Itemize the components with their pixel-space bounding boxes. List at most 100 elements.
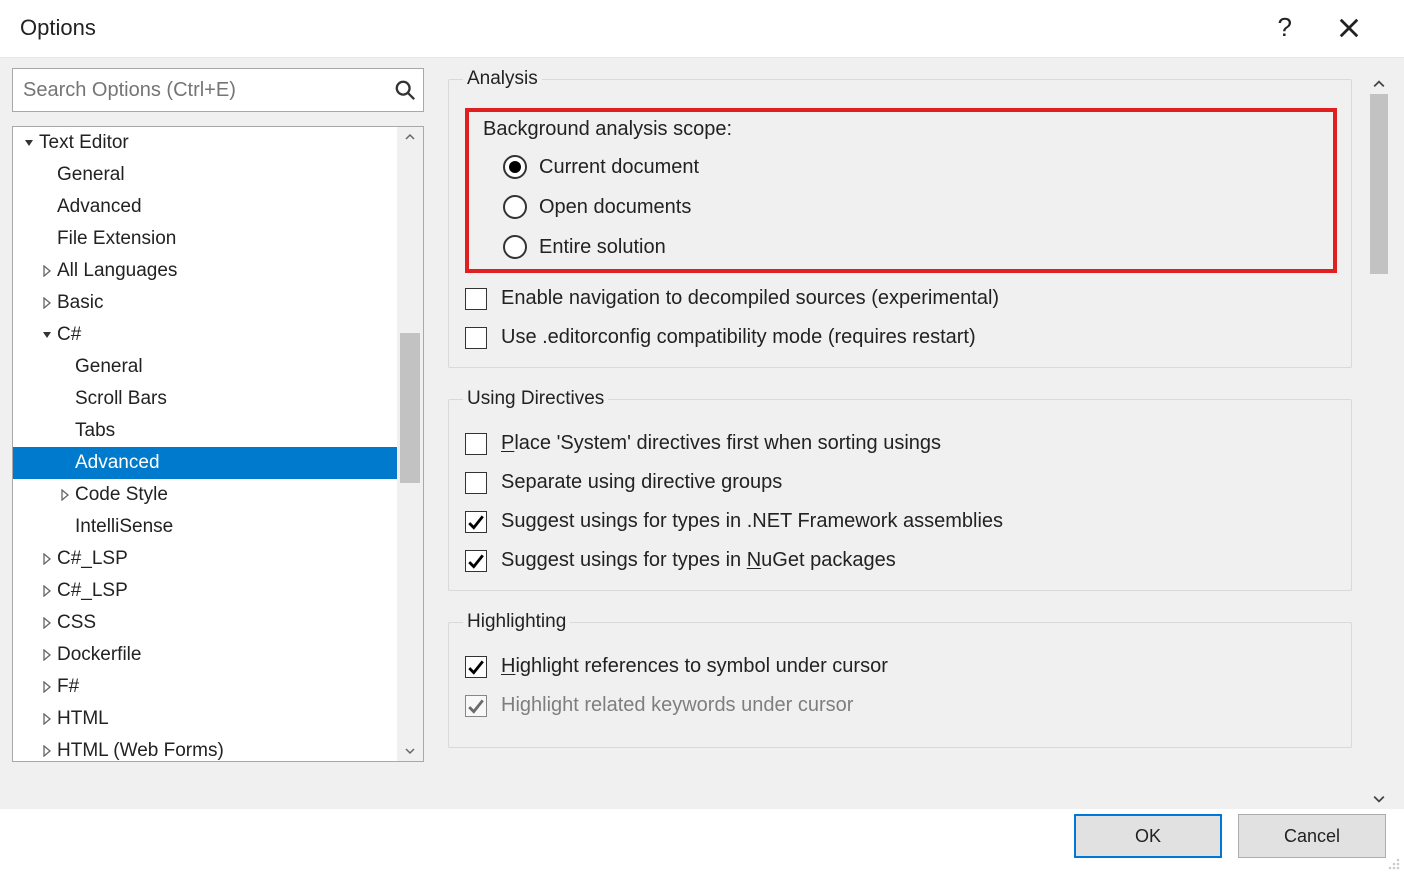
radio-label: Open documents	[539, 196, 691, 219]
scroll-down-icon[interactable]	[1366, 789, 1392, 809]
right-panel: Analysis Background analysis scope: Curr…	[448, 68, 1392, 809]
group-usings-title: Using Directives	[463, 388, 608, 410]
scroll-up-icon[interactable]	[1366, 74, 1392, 94]
radio-open-documents[interactable]: Open documents	[503, 195, 1325, 219]
chevron-right-icon	[41, 745, 53, 757]
checkbox-icon	[465, 550, 487, 572]
check-decompiled-sources[interactable]: Enable navigation to decompiled sources …	[465, 287, 1337, 310]
help-button[interactable]: ?	[1278, 12, 1292, 43]
panel-scrollbar[interactable]	[1366, 74, 1392, 809]
close-button[interactable]	[1338, 17, 1360, 39]
resize-grip[interactable]	[1384, 854, 1402, 872]
chevron-right-icon	[41, 265, 53, 277]
tree-item[interactable]: General	[13, 159, 397, 191]
tree-item[interactable]: Basic	[13, 287, 397, 319]
tree-item-label: C#_LSP	[57, 548, 128, 570]
chevron-right-icon	[41, 297, 53, 309]
tree-item[interactable]: Scroll Bars	[13, 383, 397, 415]
chevron-right-icon	[41, 681, 53, 693]
tree-item-label: IntelliSense	[75, 516, 173, 538]
radio-icon	[503, 195, 527, 219]
scroll-thumb[interactable]	[1370, 94, 1388, 274]
checkbox-icon	[465, 472, 487, 494]
check-label: Separate using directive groups	[501, 471, 782, 494]
group-usings: Using Directives Place 'System' directiv…	[448, 388, 1352, 591]
tree-item[interactable]: Text Editor	[13, 127, 397, 159]
tree-item[interactable]: General	[13, 351, 397, 383]
group-highlighting-title: Highlighting	[463, 611, 570, 633]
tree-item-label: C#_LSP	[57, 580, 128, 602]
tree-item[interactable]: C#_LSP	[13, 543, 397, 575]
resize-grip-icon	[1384, 854, 1402, 872]
titlebar: Options ?	[0, 0, 1404, 57]
tree-item[interactable]: Dockerfile	[13, 639, 397, 671]
tree-item-label: Scroll Bars	[75, 388, 167, 410]
scroll-down-icon[interactable]	[397, 741, 423, 761]
cancel-button[interactable]: Cancel	[1238, 814, 1386, 858]
check-place-system-first[interactable]: Place 'System' directives first when sor…	[465, 432, 1337, 455]
tree-item[interactable]: Tabs	[13, 415, 397, 447]
ok-button[interactable]: OK	[1074, 814, 1222, 858]
search-input[interactable]	[12, 68, 424, 112]
tree-item[interactable]: All Languages	[13, 255, 397, 287]
radio-entire-solution[interactable]: Entire solution	[503, 235, 1325, 259]
radio-icon	[503, 155, 527, 179]
dialog-title: Options	[20, 15, 96, 41]
tree-item-label: Code Style	[75, 484, 168, 506]
tree-item[interactable]: Code Style	[13, 479, 397, 511]
check-suggest-framework[interactable]: Suggest usings for types in .NET Framewo…	[465, 510, 1337, 533]
radio-current-document[interactable]: Current document	[503, 155, 1325, 179]
check-highlight-related[interactable]: Highlight related keywords under cursor	[465, 694, 1337, 717]
check-separate-groups[interactable]: Separate using directive groups	[465, 471, 1337, 494]
tree-item[interactable]: F#	[13, 671, 397, 703]
chevron-right-icon	[41, 617, 53, 629]
checkbox-icon	[465, 695, 487, 717]
tree-item-label: C#	[57, 324, 81, 346]
check-highlight-refs[interactable]: Highlight references to symbol under cur…	[465, 655, 1337, 678]
check-label: Highlight related keywords under cursor	[501, 694, 853, 717]
group-analysis: Analysis Background analysis scope: Curr…	[448, 68, 1352, 368]
group-analysis-title: Analysis	[463, 68, 542, 90]
radio-label: Entire solution	[539, 236, 666, 259]
checkbox-icon	[465, 327, 487, 349]
tree-item[interactable]: IntelliSense	[13, 511, 397, 543]
check-suggest-nuget[interactable]: Suggest usings for types in NuGet packag…	[465, 549, 1337, 572]
tree-item[interactable]: C#_LSP	[13, 575, 397, 607]
chevron-down-icon	[41, 329, 53, 341]
check-label: Highlight references to symbol under cur…	[501, 655, 888, 678]
tree-item[interactable]: Advanced	[13, 191, 397, 223]
chevron-right-icon	[41, 553, 53, 565]
tree-item[interactable]: File Extension	[13, 223, 397, 255]
search-icon	[394, 79, 416, 101]
radio-label: Current document	[539, 156, 699, 179]
radio-icon	[503, 235, 527, 259]
checkbox-icon	[465, 288, 487, 310]
tree-item[interactable]: CSS	[13, 607, 397, 639]
tree-scrollbar[interactable]	[397, 127, 423, 761]
chevron-right-icon	[41, 649, 53, 661]
chevron-down-icon	[23, 137, 35, 149]
checkbox-icon	[465, 511, 487, 533]
check-label: Suggest usings for types in NuGet packag…	[501, 549, 896, 572]
chevron-right-icon	[41, 713, 53, 725]
tree-item[interactable]: HTML (Web Forms)	[13, 735, 397, 761]
tree-item-label: Text Editor	[39, 132, 129, 154]
tree-item-label: Tabs	[75, 420, 115, 442]
chevron-right-icon	[41, 585, 53, 597]
tree-item-label: General	[75, 356, 143, 378]
tree-item[interactable]: HTML	[13, 703, 397, 735]
close-icon	[1338, 17, 1360, 39]
scroll-thumb[interactable]	[400, 333, 420, 483]
tree-item-label: F#	[57, 676, 79, 698]
check-label: Use .editorconfig compatibility mode (re…	[501, 326, 976, 349]
tree-item[interactable]: C#	[13, 319, 397, 351]
scroll-up-icon[interactable]	[397, 127, 423, 147]
check-editorconfig-compat[interactable]: Use .editorconfig compatibility mode (re…	[465, 326, 1337, 349]
checkbox-icon	[465, 656, 487, 678]
group-highlighting: Highlighting Highlight references to sym…	[448, 611, 1352, 748]
check-label: Place 'System' directives first when sor…	[501, 432, 941, 455]
checkbox-icon	[465, 433, 487, 455]
tree-item[interactable]: Advanced	[13, 447, 397, 479]
tree-item-label: HTML	[57, 708, 109, 730]
dialog-buttons: OK Cancel	[1074, 814, 1386, 858]
